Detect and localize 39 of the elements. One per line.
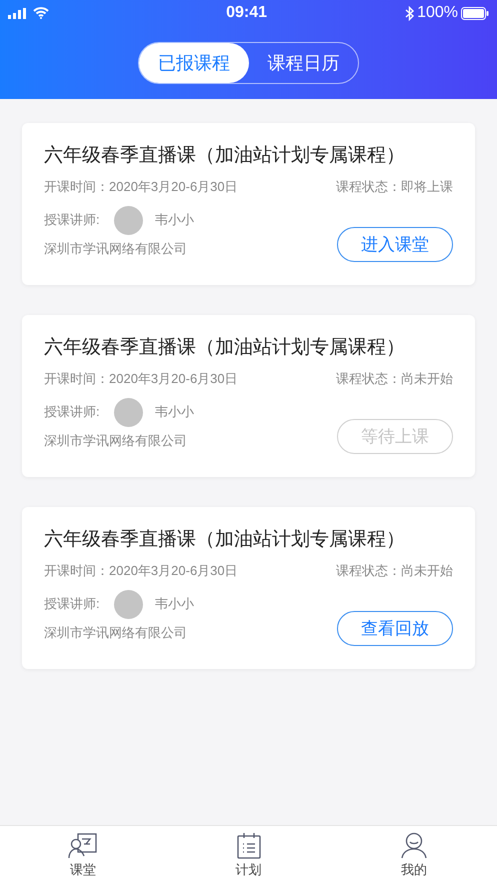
person-icon: [401, 832, 428, 859]
course-status: 课程状态：即将上课: [336, 178, 453, 196]
battery-icon: [461, 6, 489, 20]
nav-item[interactable]: 计划: [166, 826, 332, 883]
course-dates: 开课时间：2020年3月20-6月30日: [44, 370, 238, 388]
teacher-label: 授课讲师:: [44, 211, 101, 230]
teacher-name: 韦小小: [155, 403, 194, 422]
course-dates: 开课时间：2020年3月20-6月30日: [44, 562, 238, 580]
tab[interactable]: 已报课程: [139, 43, 248, 83]
teacher-name: 韦小小: [155, 595, 194, 614]
course-title: 六年级春季直播课（加油站计划专属课程）: [44, 528, 406, 552]
teacher-name: 韦小小: [155, 211, 194, 230]
avatar: [114, 590, 143, 618]
signal-icon: [8, 8, 28, 18]
company-name: 深圳市学讯网络有限公司: [44, 240, 187, 258]
course-title: 六年级春季直播课（加油站计划专属课程）: [44, 336, 406, 360]
tab[interactable]: 课程日历: [248, 43, 358, 83]
nav-item[interactable]: 我的: [331, 826, 497, 883]
teacher-label: 授课讲师:: [44, 403, 101, 422]
avatar: [114, 206, 143, 234]
calendar-list-icon: [236, 832, 260, 859]
course-card[interactable]: 六年级春季直播课（加油站计划专属课程） 开课时间：2020年3月20-6月30日 课程状态：尚未开始 授课讲师: 韦小小 深圳市学讯网络有限公司 查看回放: [22, 507, 475, 669]
company-name: 深圳市学讯网络有限公司: [44, 432, 187, 450]
course-dates: 开课时间：2020年3月20-6月30日: [44, 178, 238, 196]
company-name: 深圳市学讯网络有限公司: [44, 624, 187, 642]
avatar: [114, 398, 143, 426]
course-button[interactable]: 进入课堂: [337, 227, 453, 262]
course-card[interactable]: 六年级春季直播课（加油站计划专属课程） 开课时间：2020年3月20-6月30日 课程状态：即将上课 授课讲师: 韦小小 深圳市学讯网络有限公司 进入课堂: [22, 123, 475, 285]
bluetooth-icon: [405, 6, 414, 20]
status-time: 09:41: [226, 3, 267, 23]
course-title: 六年级春季直播课（加油站计划专属课程）: [44, 144, 406, 168]
course-status: 课程状态：尚未开始: [336, 562, 453, 580]
teacher-label: 授课讲师:: [44, 595, 101, 614]
course-status: 课程状态：尚未开始: [336, 370, 453, 388]
nav-item[interactable]: 课堂: [0, 826, 166, 883]
wifi-icon: [33, 7, 49, 19]
teacher-board-icon: [68, 833, 98, 859]
battery-percent: 100%: [417, 3, 458, 23]
course-button[interactable]: 查看回放: [337, 611, 453, 646]
